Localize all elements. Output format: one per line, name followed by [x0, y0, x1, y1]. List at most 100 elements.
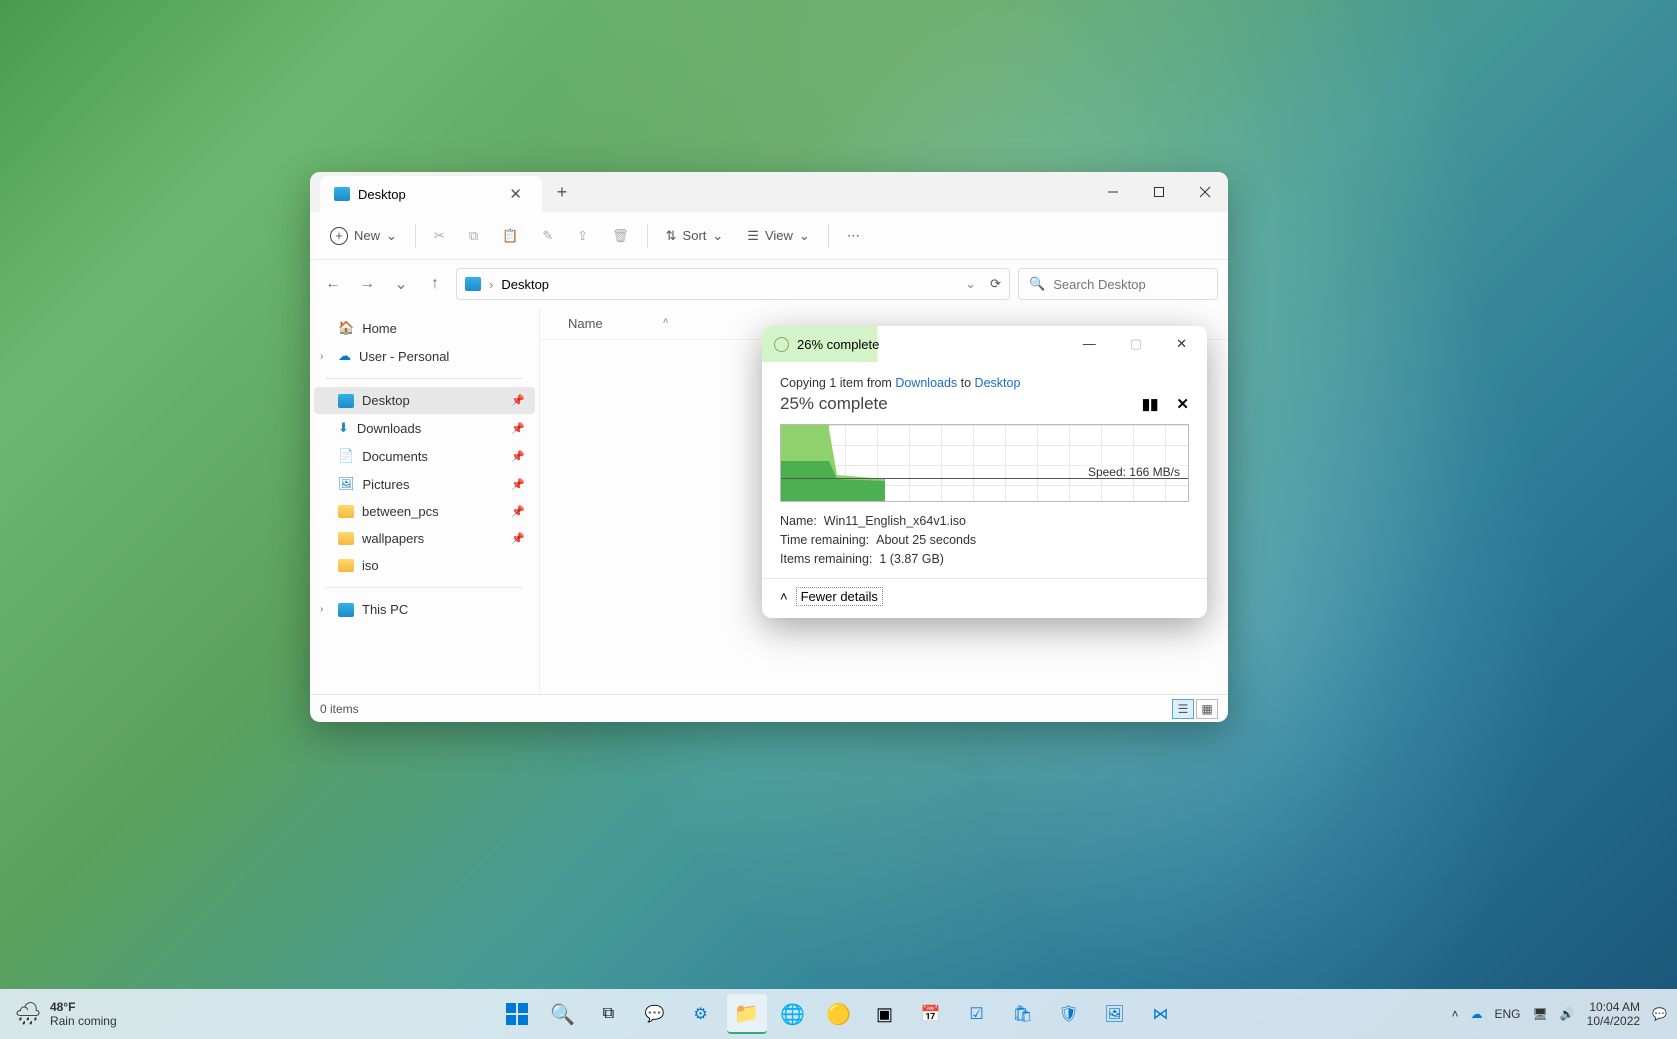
dialog-minimize-button[interactable]: — — [1075, 334, 1104, 354]
terminal-button[interactable]: ▣ — [865, 994, 905, 1034]
copy-from-link[interactable]: Downloads — [895, 376, 957, 390]
sidebar-item-desktop[interactable]: Desktop 📌 — [314, 387, 535, 414]
breadcrumb-sep: › — [489, 277, 493, 292]
folder-icon — [338, 532, 354, 545]
column-name[interactable]: Name — [568, 316, 603, 331]
pin-icon[interactable]: 📌 — [511, 394, 525, 407]
sidebar-item-wallpapers[interactable]: wallpapers 📌 — [314, 525, 535, 552]
windows-icon — [506, 1003, 528, 1025]
new-button[interactable]: + New ⌄ — [320, 221, 407, 251]
copy-to-link[interactable]: Desktop — [975, 376, 1021, 390]
minimize-button[interactable] — [1090, 172, 1136, 212]
progress-text: 25% complete — [780, 394, 888, 414]
breadcrumb[interactable]: Desktop — [501, 277, 549, 292]
pin-icon[interactable]: 📌 — [511, 532, 525, 545]
share-button[interactable]: ⇪ — [567, 222, 598, 250]
vscode-button[interactable]: ⋈ — [1141, 994, 1181, 1034]
chrome-button[interactable]: 🟡 — [819, 994, 859, 1034]
notifications-button[interactable]: 💬 — [1652, 1007, 1667, 1021]
sidebar-item-home[interactable]: 🏠 Home — [314, 314, 535, 342]
chevron-right-icon[interactable]: › — [320, 604, 323, 615]
sidebar-label: User - Personal — [359, 349, 449, 364]
items-label: Items remaining: — [780, 552, 872, 566]
chevron-down-icon[interactable]: ⌄ — [965, 276, 976, 292]
sort-icon: ⇅ — [666, 228, 677, 244]
rename-button[interactable]: ✎ — [532, 222, 563, 250]
todo-button[interactable]: ☑ — [957, 994, 997, 1034]
folder-icon — [338, 505, 354, 518]
details-view-button[interactable]: ☰ — [1172, 699, 1194, 719]
system-tray: ˄ ☁ ENG 🖥 🔊 10:04 AM 10/4/2022 💬 — [1451, 1000, 1667, 1029]
item-count: 0 items — [320, 702, 359, 716]
file-explorer-button[interactable]: 📁 — [727, 994, 767, 1034]
store-button[interactable]: 🛍 — [1003, 994, 1043, 1034]
cancel-button[interactable]: ✕ — [1176, 395, 1189, 413]
explorer-tab[interactable]: Desktop ✕ — [320, 176, 542, 212]
sidebar-item-between-pcs[interactable]: between_pcs 📌 — [314, 498, 535, 525]
search-input[interactable] — [1053, 277, 1228, 292]
sort-button[interactable]: ⇅ Sort ⌄ — [656, 222, 734, 250]
dialog-close-button[interactable]: ✕ — [1168, 334, 1195, 354]
tray-chevron-button[interactable]: ˄ — [1451, 1007, 1458, 1021]
calendar-button[interactable]: 📅 — [911, 994, 951, 1034]
view-button[interactable]: ☰ View ⌄ — [737, 222, 820, 250]
address-bar[interactable]: › Desktop ⌄ ⟳ — [456, 268, 1010, 300]
new-tab-button[interactable]: + — [542, 172, 582, 212]
paste-button[interactable]: 📋 — [492, 222, 528, 250]
titlebar[interactable]: Desktop ✕ + — [310, 172, 1228, 212]
onedrive-tray-icon[interactable]: ☁ — [1470, 1007, 1482, 1021]
security-button[interactable]: 🛡 — [1049, 994, 1089, 1034]
sidebar-item-documents[interactable]: 📄 Documents 📌 — [314, 442, 535, 470]
photos-button[interactable]: 🖼 — [1095, 994, 1135, 1034]
back-button[interactable]: ← — [320, 271, 346, 297]
clock-button[interactable]: 10:04 AM 10/4/2022 — [1587, 1000, 1640, 1029]
forward-button[interactable]: → — [354, 271, 380, 297]
pin-icon[interactable]: 📌 — [511, 505, 525, 518]
large-icons-view-button[interactable]: ▦ — [1196, 699, 1218, 719]
network-icon[interactable]: 🖥 — [1532, 1007, 1547, 1021]
dialog-maximize-button: ▢ — [1122, 334, 1150, 354]
weather-widget[interactable]: 🌧 48°F Rain coming — [14, 1000, 117, 1028]
more-button[interactable]: ⋯ — [837, 222, 870, 250]
language-button[interactable]: ENG — [1494, 1007, 1520, 1021]
start-button[interactable] — [497, 994, 537, 1034]
view-label: View — [765, 228, 793, 243]
nav-pane[interactable]: 🏠 Home › ☁ User - Personal Desktop 📌 ⬇ D… — [310, 308, 540, 694]
chart-area — [781, 423, 885, 501]
delete-button[interactable]: 🗑 — [602, 222, 639, 250]
search-box[interactable]: 🔍 — [1018, 268, 1218, 300]
tab-close-button[interactable]: ✕ — [503, 183, 528, 205]
settings-button[interactable]: ⚙ — [681, 994, 721, 1034]
home-icon: 🏠 — [338, 320, 354, 336]
pin-icon[interactable]: 📌 — [511, 422, 525, 435]
chat-button[interactable]: 💬 — [635, 994, 675, 1034]
pin-icon[interactable]: 📌 — [511, 478, 525, 491]
pin-icon[interactable]: 📌 — [511, 450, 525, 463]
fewer-details-button[interactable]: Fewer details — [796, 587, 883, 606]
up-button[interactable]: ↑ — [422, 271, 448, 297]
refresh-button[interactable]: ⟳ — [990, 276, 1001, 292]
search-button[interactable]: 🔍 — [543, 994, 583, 1034]
maximize-button[interactable] — [1136, 172, 1182, 212]
separator — [326, 378, 523, 379]
cut-button[interactable]: ✂ — [424, 222, 455, 250]
pause-button[interactable]: ▮▮ — [1142, 395, 1159, 413]
taskbar[interactable]: 🌧 48°F Rain coming 🔍 ⧉ 💬 ⚙ 📁 🌐 🟡 ▣ 📅 ☑ 🛍… — [0, 989, 1677, 1039]
task-view-button[interactable]: ⧉ — [589, 994, 629, 1034]
dialog-titlebar[interactable]: 26% complete — ▢ ✕ — [762, 326, 1207, 362]
chevron-up-icon[interactable]: ˄ — [780, 589, 788, 604]
recent-button[interactable]: ⌄ — [388, 271, 414, 297]
onedrive-icon: ☁ — [338, 348, 351, 364]
volume-icon[interactable]: 🔊 — [1560, 1007, 1575, 1021]
tab-title: Desktop — [358, 187, 406, 202]
sidebar-item-iso[interactable]: iso — [314, 552, 535, 579]
sidebar-item-pictures[interactable]: 🖼 Pictures 📌 — [314, 470, 535, 498]
edge-button[interactable]: 🌐 — [773, 994, 813, 1034]
chevron-right-icon[interactable]: › — [320, 351, 323, 362]
close-button[interactable] — [1182, 172, 1228, 212]
calendar-icon: 📅 — [921, 1004, 941, 1024]
sidebar-item-user-personal[interactable]: › ☁ User - Personal — [314, 342, 535, 370]
sidebar-item-this-pc[interactable]: › This PC — [314, 596, 535, 623]
sidebar-item-downloads[interactable]: ⬇ Downloads 📌 — [314, 414, 535, 442]
copy-button[interactable]: ⧉ — [459, 222, 488, 250]
